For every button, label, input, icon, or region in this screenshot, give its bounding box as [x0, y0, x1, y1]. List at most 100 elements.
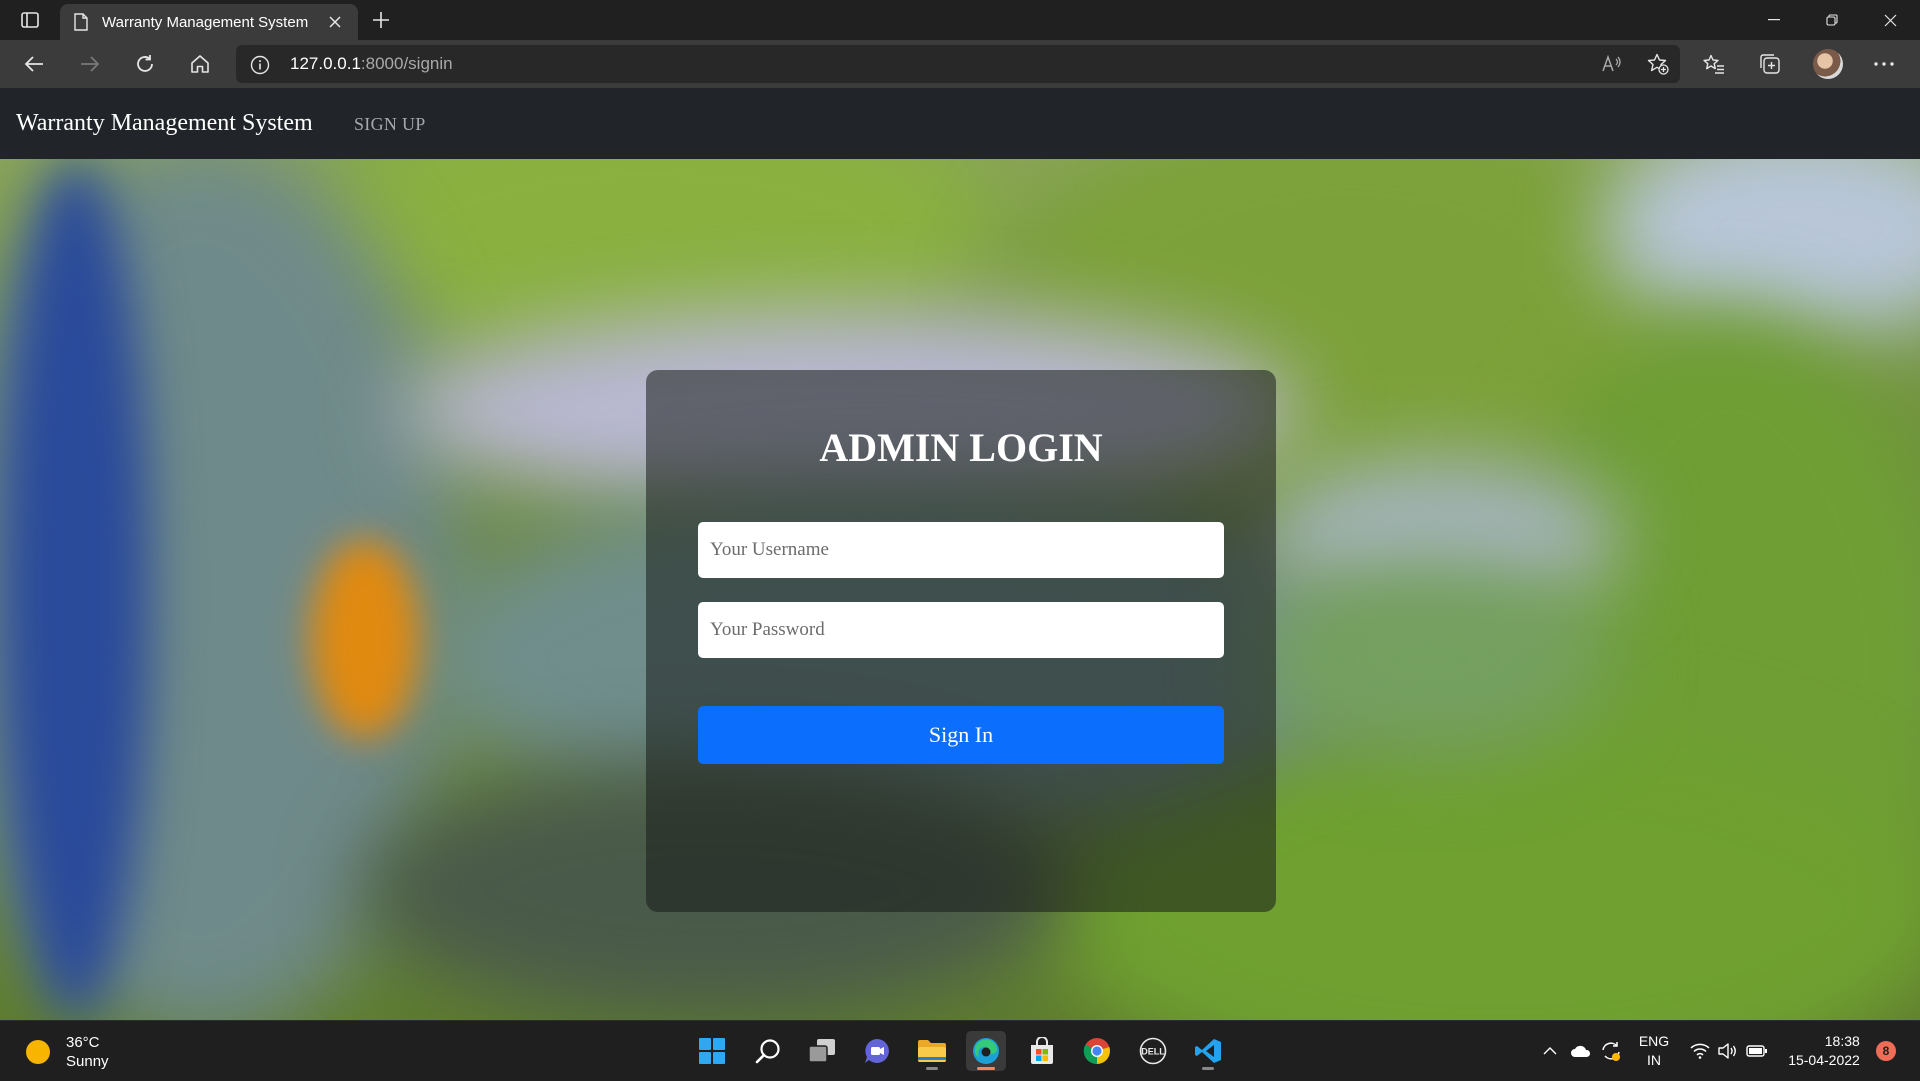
favorites-button[interactable]	[1694, 46, 1734, 82]
login-title: ADMIN LOGIN	[819, 425, 1103, 470]
collections-button[interactable]	[1750, 46, 1790, 82]
show-hidden-icons-button[interactable]	[1536, 1021, 1564, 1081]
settings-menu-button[interactable]	[1864, 46, 1904, 82]
read-aloud-icon	[1602, 55, 1621, 72]
folder-icon	[918, 1040, 946, 1062]
clock[interactable]: 18:38 15-04-2022	[1780, 1021, 1868, 1081]
task-view-button[interactable]	[802, 1031, 842, 1071]
chat-icon	[865, 1039, 889, 1063]
home-button[interactable]	[180, 46, 220, 82]
battery-icon	[1746, 1045, 1767, 1057]
start-button[interactable]	[692, 1031, 732, 1071]
admin-login-card: ADMIN LOGIN Sign In	[646, 370, 1276, 912]
close-window-button[interactable]	[1862, 0, 1918, 40]
search-button[interactable]	[748, 1031, 788, 1071]
restore-button[interactable]	[1804, 0, 1860, 40]
address-bar[interactable]: 127.0.0.1:8000/signin	[236, 45, 1680, 83]
favorites-icon	[1703, 54, 1724, 74]
more-icon	[1874, 62, 1894, 66]
chrome-button[interactable]	[1077, 1031, 1117, 1071]
minimize-button[interactable]	[1746, 0, 1802, 40]
close-icon	[329, 16, 341, 28]
language-primary: ENG	[1638, 1033, 1670, 1049]
password-input[interactable]	[698, 602, 1224, 658]
star-add-icon	[1647, 53, 1669, 75]
browser-toolbar: 127.0.0.1:8000/signin	[0, 40, 1920, 88]
refresh-icon	[137, 55, 153, 72]
windows-start-icon	[699, 1038, 725, 1064]
collections-icon	[1760, 54, 1780, 74]
browser-tab[interactable]: Warranty Management System	[60, 4, 358, 40]
arrow-left-icon	[24, 56, 43, 72]
file-explorer-button[interactable]	[912, 1031, 952, 1071]
language-secondary: IN	[1647, 1052, 1661, 1068]
train-sign-blob	[310, 539, 420, 739]
edge-icon	[973, 1038, 999, 1064]
url-text: 127.0.0.1:8000/signin	[290, 54, 453, 74]
site-navbar: Warranty Management System SIGN UP	[0, 88, 1920, 159]
onedrive-button[interactable]	[1566, 1021, 1596, 1081]
page-icon	[74, 13, 88, 31]
forward-button[interactable]	[70, 46, 110, 82]
read-aloud-button[interactable]	[1594, 49, 1630, 79]
weather-widget[interactable]: 36°C Sunny	[26, 1033, 109, 1071]
minimize-icon	[1768, 19, 1780, 21]
chrome-icon	[1083, 1038, 1110, 1065]
avatar	[1813, 49, 1843, 79]
restore-icon	[1826, 14, 1838, 26]
clock-time: 18:38	[1824, 1033, 1860, 1049]
wifi-button[interactable]	[1686, 1021, 1714, 1081]
sync-button[interactable]	[1596, 1021, 1626, 1081]
info-icon[interactable]	[250, 55, 270, 75]
arrow-right-icon	[81, 56, 100, 72]
speaker-icon	[1718, 1043, 1736, 1059]
tab-title: Warranty Management System	[102, 13, 309, 31]
tab-actions-button[interactable]	[12, 6, 48, 34]
battery-button[interactable]	[1742, 1021, 1772, 1081]
wifi-icon	[1690, 1043, 1710, 1059]
task-view-icon	[808, 1039, 835, 1063]
browser-tab-bar: Warranty Management System	[0, 0, 1920, 40]
sun-icon	[26, 1040, 50, 1064]
back-button[interactable]	[14, 46, 54, 82]
edge-taskbar-button[interactable]	[966, 1031, 1006, 1071]
new-tab-button[interactable]	[366, 6, 396, 34]
store-button[interactable]	[1022, 1031, 1062, 1071]
background-image: ADMIN LOGIN Sign In	[0, 159, 1920, 1020]
clock-date: 15-04-2022	[1788, 1052, 1860, 1068]
dell-icon: DELL	[1139, 1037, 1167, 1065]
volume-button[interactable]	[1714, 1021, 1742, 1081]
sync-icon	[1602, 1042, 1620, 1061]
windows-taskbar: 36°C Sunny DELL ENG IN 18:38 15-04-2022 …	[0, 1020, 1920, 1080]
sign-in-button[interactable]: Sign In	[698, 706, 1224, 764]
running-indicator	[1202, 1067, 1214, 1070]
cloud-icon	[1571, 1045, 1591, 1057]
url-host: 127.0.0.1	[290, 54, 361, 73]
username-input[interactable]	[698, 522, 1224, 578]
running-indicator	[926, 1067, 938, 1070]
weather-description: Sunny	[66, 1053, 109, 1070]
train-body-blob	[1250, 559, 1610, 759]
url-path: :8000/signin	[360, 54, 453, 73]
notification-center-button[interactable]: 8	[1874, 1021, 1898, 1081]
web-page: Warranty Management System SIGN UP ADMIN…	[0, 88, 1920, 1020]
dell-button[interactable]: DELL	[1133, 1031, 1173, 1071]
tab-actions-icon	[21, 12, 39, 28]
close-icon	[1884, 14, 1896, 26]
site-brand[interactable]: Warranty Management System	[16, 110, 313, 137]
vscode-button[interactable]	[1188, 1031, 1228, 1071]
chevron-up-icon	[1543, 1047, 1557, 1055]
search-icon	[755, 1039, 780, 1064]
tab-close-button[interactable]	[324, 11, 346, 33]
signup-link[interactable]: SIGN UP	[354, 114, 426, 135]
plus-icon	[373, 12, 389, 28]
store-icon	[1031, 1037, 1053, 1064]
svg-text:DELL: DELL	[1141, 1047, 1165, 1057]
profile-button[interactable]	[1808, 46, 1848, 82]
language-indicator[interactable]: ENG IN	[1630, 1021, 1678, 1081]
teams-chat-button[interactable]	[857, 1031, 897, 1071]
home-icon	[191, 55, 209, 73]
add-favorite-button[interactable]	[1640, 49, 1676, 79]
active-indicator	[977, 1067, 995, 1070]
refresh-button[interactable]	[125, 46, 165, 82]
